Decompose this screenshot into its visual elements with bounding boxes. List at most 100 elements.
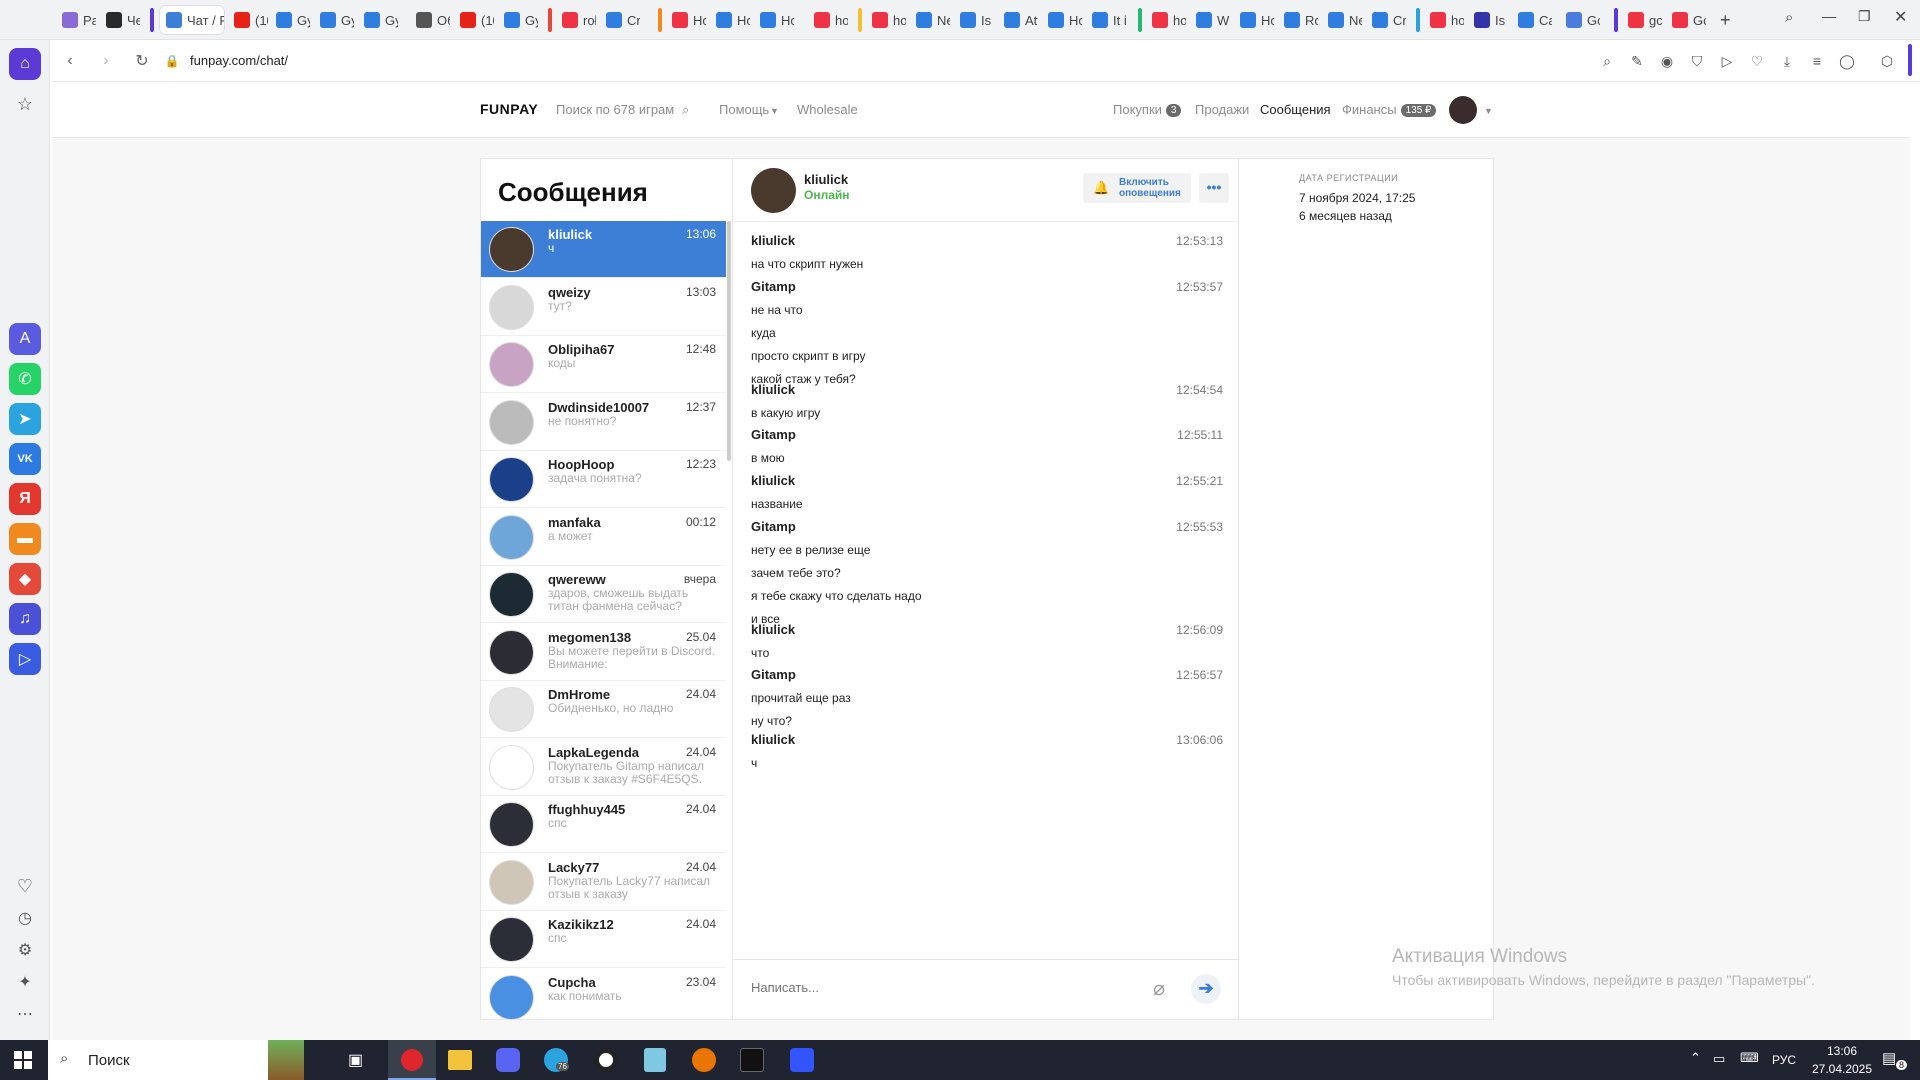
browser-tab[interactable]: ho [808, 6, 848, 34]
taskbar-search[interactable]: ⌕ Поиск [48, 1040, 304, 1080]
send-button[interactable]: ➔ [1191, 974, 1221, 1004]
yandex-icon[interactable]: Я [9, 483, 41, 515]
conversation-item[interactable]: DmHrome 24.04 Обидненько, но ладно [481, 681, 726, 738]
browser-tab[interactable]: Hc [1234, 6, 1274, 34]
conversation-item[interactable]: Dwdinside10007 12:37 не понятно? [481, 394, 726, 451]
browser-tab[interactable]: Об [410, 6, 450, 34]
browser-tab[interactable]: Gy [314, 6, 354, 34]
edit-icon[interactable]: ✎ [1628, 52, 1646, 70]
roblox-icon[interactable] [790, 1048, 814, 1072]
conversation-item[interactable]: LapkaLegenda 24.04 Покупатель Gitamp напис… [481, 739, 726, 796]
peer-avatar[interactable] [751, 168, 796, 213]
telegram-taskbar-icon[interactable]: 76 [544, 1048, 569, 1072]
heart-icon[interactable]: ♡ [9, 870, 41, 902]
download-icon[interactable]: ⤓ [1778, 52, 1796, 70]
purchases-link[interactable]: Покупки 3 [1113, 102, 1182, 117]
browser-tab[interactable]: Cr [1366, 6, 1406, 34]
blender-icon[interactable] [692, 1048, 716, 1072]
keyboard-icon[interactable]: ⌨ [1740, 1050, 1759, 1066]
find-icon[interactable]: ⌕ [1598, 52, 1616, 70]
search-icon[interactable]: ⌕ [682, 102, 689, 118]
message-author[interactable]: kliulick [751, 382, 1223, 397]
message-author[interactable]: Gitamp [751, 427, 1223, 442]
notes-icon[interactable] [644, 1048, 666, 1072]
more-icon[interactable]: ⋯ [9, 998, 41, 1030]
play-icon[interactable]: ▷ [1718, 52, 1736, 70]
conversation-item[interactable]: Oblipiha67 12:48 коды [481, 336, 726, 393]
message-author[interactable]: kliulick [751, 622, 1223, 637]
back-button[interactable]: ‹ [60, 51, 80, 71]
browser-tab[interactable]: Is t [1468, 6, 1508, 34]
conversation-item[interactable]: kliulick 13:06 ч [481, 221, 726, 278]
notify-button[interactable]: 🔔 Включить оповещения [1083, 173, 1191, 203]
browser-tab[interactable]: (10 [454, 6, 494, 34]
conversation-item[interactable]: manfaka 00:12 а может [481, 509, 726, 566]
message-author[interactable]: kliulick [751, 473, 1223, 488]
peer-name[interactable]: kliulick [804, 172, 848, 187]
help-menu[interactable]: Помощь [719, 102, 769, 117]
wallet-icon[interactable]: ▬ [9, 523, 41, 555]
conversation-scrollbar[interactable] [727, 221, 731, 461]
message-author[interactable]: Gitamp [751, 519, 1223, 534]
message-author[interactable]: kliulick [751, 732, 1223, 747]
browser-tab[interactable]: Hc [754, 6, 794, 34]
conversation-item[interactable]: Kazikikz12 24.04 спс [481, 911, 726, 968]
url-field[interactable]: funpay.com/chat/ [190, 53, 288, 68]
browser-tab[interactable]: Pa [56, 6, 96, 34]
browser-tab[interactable]: Ca [1512, 6, 1552, 34]
shield-icon[interactable]: ⛉ [1688, 52, 1706, 70]
clock-time[interactable]: 13:06 [1818, 1044, 1866, 1058]
menu-icon[interactable]: ≡ [1808, 52, 1826, 70]
battery-icon[interactable]: ▭ [1713, 1051, 1725, 1067]
conversation-item[interactable]: Lacky77 24.04 Покупатель Lacky77 написал о… [481, 854, 726, 911]
browser-tab[interactable]: Gy [498, 6, 538, 34]
browser-tab[interactable]: Gc [1560, 6, 1600, 34]
conversation-item[interactable]: qwereww вчера здаров, сможешь выдать титан… [481, 566, 726, 623]
attach-icon[interactable]: ⌀ [1153, 976, 1165, 1001]
conversation-item[interactable]: megomen138 25.04 Вы можете перейти в Disco… [481, 624, 726, 681]
conversation-item[interactable]: HoopHoop 12:23 задача понятна? [481, 451, 726, 508]
search-tabs-icon[interactable]: ⌕ [1785, 9, 1793, 26]
message-author[interactable]: kliulick [751, 233, 1223, 248]
extensions-icon[interactable]: ⬡ [1878, 52, 1896, 70]
profile-icon[interactable]: ◯ [1838, 52, 1856, 70]
music-icon[interactable]: ♫ [9, 603, 41, 635]
wholesale-link[interactable]: Wholesale [797, 102, 858, 117]
whatsapp-icon[interactable]: ✆ [9, 363, 41, 395]
more-options-button[interactable]: ••• [1199, 173, 1229, 203]
vk-icon[interactable]: VK [9, 443, 41, 475]
sales-link[interactable]: Продажи [1195, 102, 1249, 117]
notifications-icon[interactable]: ▤ [1882, 1049, 1896, 1067]
message-author[interactable]: Gitamp [751, 279, 1223, 294]
telegram-icon[interactable]: ➤ [9, 403, 41, 435]
browser-tab[interactable]: Че [100, 6, 140, 34]
favorite-icon[interactable]: ♡ [1748, 52, 1766, 70]
browser-tab[interactable]: ho [1146, 6, 1186, 34]
browser-tab[interactable]: Gy [270, 6, 310, 34]
history-icon[interactable]: ◷ [9, 902, 41, 934]
minimize-button[interactable]: — [1822, 8, 1836, 24]
browser-tab[interactable]: Is [954, 6, 994, 34]
app-icon[interactable] [594, 1048, 618, 1072]
bookmarks-icon[interactable]: ☆ [9, 88, 41, 120]
player-icon[interactable]: ▷ [9, 643, 41, 675]
site-logo[interactable]: FUNPAY [480, 101, 538, 117]
message-author[interactable]: Gitamp [751, 667, 1223, 682]
browser-tab[interactable]: Cr [600, 6, 640, 34]
browser-tab[interactable]: WI [1190, 6, 1230, 34]
conversation-item[interactable]: qweizy 13:03 тут? [481, 279, 726, 336]
browser-tab[interactable]: Gy [358, 6, 398, 34]
browser-tab[interactable]: Gc [1666, 6, 1706, 34]
browser-tab[interactable]: roł [556, 6, 596, 34]
browser-tab[interactable]: Ne [910, 6, 950, 34]
camera-icon[interactable]: ◉ [1658, 52, 1676, 70]
conversation-item[interactable]: ffughhuy445 24.04 спс [481, 796, 726, 853]
reload-button[interactable]: ↻ [132, 51, 152, 71]
browser-tab[interactable]: ho [866, 6, 906, 34]
user-menu-chevron-icon[interactable]: ▼ [1484, 106, 1493, 116]
lightbulb-icon[interactable]: ✦ [9, 966, 41, 998]
home-icon[interactable]: ⌂ [9, 48, 41, 80]
message-input[interactable] [751, 980, 1051, 995]
restore-button[interactable]: ❐ [1858, 8, 1871, 25]
settings-icon[interactable]: ⚙ [9, 934, 41, 966]
